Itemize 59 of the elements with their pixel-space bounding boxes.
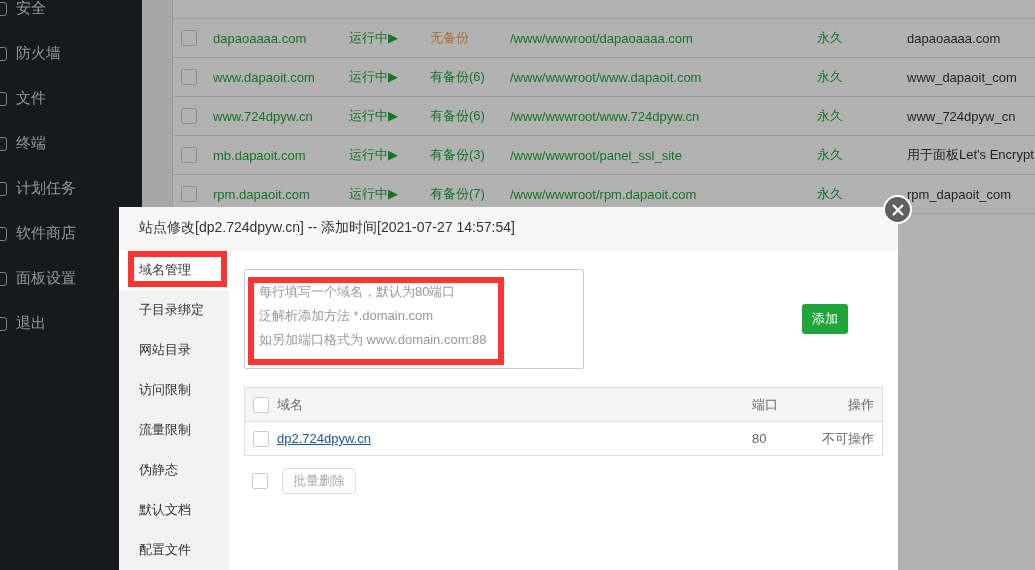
expiry-date[interactable]: 永久: [817, 107, 843, 125]
backup-status[interactable]: 有备份(3): [430, 146, 485, 164]
dialog-tab[interactable]: 子目录绑定: [119, 290, 229, 330]
checkbox[interactable]: [253, 396, 269, 413]
dialog-tab[interactable]: 默认文档: [119, 490, 229, 530]
backup-status[interactable]: 有备份(6): [430, 68, 485, 86]
dialog-tab[interactable]: 伪静态: [119, 450, 229, 490]
dialog-tab[interactable]: 网站目录: [119, 330, 229, 370]
site-status[interactable]: 运行中▶: [349, 68, 398, 86]
backup-status[interactable]: 无备份: [430, 29, 469, 47]
site-name-link[interactable]: rpm.dapaoit.com: [213, 186, 310, 202]
checkbox[interactable]: [252, 473, 268, 489]
site-path-link[interactable]: /www/wwwroot/www.724dpyw.cn: [510, 108, 700, 124]
site-path-link[interactable]: /www/wwwroot/dapaoaaaa.com: [510, 30, 693, 46]
backup-status[interactable]: 有备份(7): [430, 185, 485, 203]
close-icon: [891, 203, 904, 216]
checkbox[interactable]: [181, 147, 197, 163]
site-status[interactable]: 运行中▶: [349, 107, 398, 125]
site-path-link[interactable]: /www/wwwroot/panel_ssl_site: [510, 147, 682, 163]
expiry-date[interactable]: 永久: [817, 185, 843, 203]
expiry-date[interactable]: 永久: [817, 29, 843, 47]
checkbox[interactable]: [253, 430, 269, 447]
checkbox[interactable]: [181, 108, 197, 124]
site-status[interactable]: 运行中▶: [349, 185, 398, 203]
sidebar-item[interactable]: 文件: [0, 76, 142, 121]
site-name-link[interactable]: www.dapaoit.com: [213, 69, 315, 85]
column-header: 操作: [848, 395, 874, 414]
sidebar-item[interactable]: 终端: [0, 121, 142, 166]
site-name-link[interactable]: dapaoaaaa.com: [213, 30, 307, 46]
checkbox[interactable]: [181, 69, 197, 85]
domain-link[interactable]: dp2.724dpyw.cn: [277, 431, 371, 446]
dialog-title: 站点修改[dp2.724dpyw.cn] -- 添加时间[2021-07-27 14:57:54]: [119, 207, 898, 250]
site-status[interactable]: 运行中▶: [349, 29, 398, 47]
checkbox[interactable]: [181, 30, 197, 46]
port-cell: 80: [752, 431, 767, 446]
add-button[interactable]: 添加: [802, 304, 848, 334]
sidebar-item[interactable]: 防火墙: [0, 31, 142, 76]
site-remark: rpm_dapaoit_com: [907, 186, 1012, 202]
sidebar-item[interactable]: 安全: [0, 0, 142, 31]
expiry-date[interactable]: 永久: [817, 146, 843, 164]
checkbox[interactable]: [181, 186, 197, 202]
column-header: 域名: [277, 395, 303, 414]
site-remark: dapaoaaaa.com: [907, 30, 1001, 46]
site-remark: www_dapaoit_com: [907, 69, 1017, 85]
site-path-link[interactable]: /www/wwwroot/rpm.dapaoit.com: [510, 186, 697, 202]
action-cell: 不可操作: [822, 429, 874, 448]
dialog-tab[interactable]: 访问限制: [119, 370, 229, 410]
dialog-tab[interactable]: 配置文件: [119, 530, 229, 570]
dialog-tab[interactable]: 流量限制: [119, 410, 229, 450]
column-header: 端口: [752, 395, 778, 414]
site-remark: www_724dpyw_cn: [907, 108, 1016, 124]
expiry-date[interactable]: 永久: [817, 68, 843, 86]
site-name-link[interactable]: mb.dapaoit.com: [213, 147, 306, 163]
site-path-link[interactable]: /www/wwwroot/www.dapaoit.com: [510, 69, 702, 85]
batch-delete-button[interactable]: 批量删除: [282, 468, 356, 494]
backup-status[interactable]: 有备份(6): [430, 107, 485, 125]
site-name-link[interactable]: www.724dpyw.cn: [213, 108, 313, 124]
site-remark: 用于面板Let's Encrypt: [907, 146, 1034, 164]
site-status[interactable]: 运行中▶: [349, 146, 398, 164]
